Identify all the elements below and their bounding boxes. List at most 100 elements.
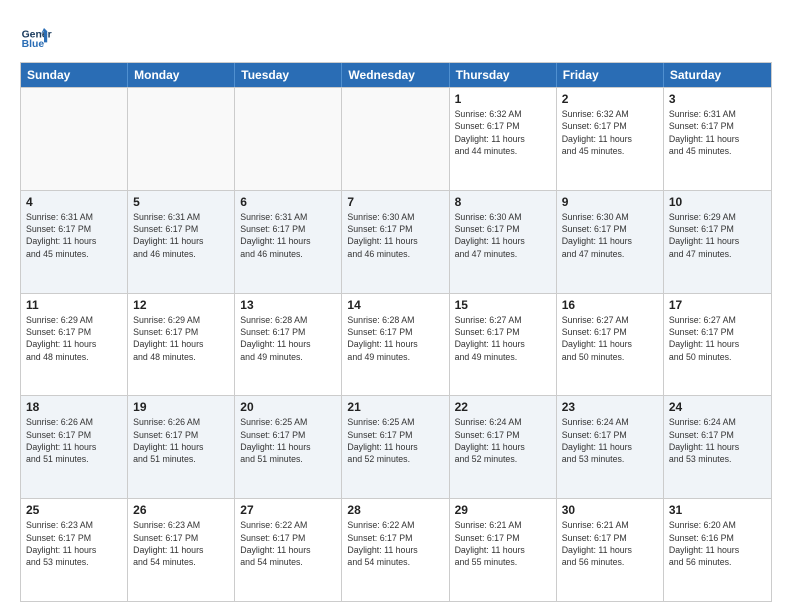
calendar-day-cell: 25 Sunrise: 6:23 AM Sunset: 6:17 PM Dayli…	[21, 499, 128, 601]
calendar-header-row: SundayMondayTuesdayWednesdayThursdayFrid…	[21, 63, 771, 87]
day-info: Sunrise: 6:28 AM Sunset: 6:17 PM Dayligh…	[347, 314, 443, 363]
day-info: Sunrise: 6:25 AM Sunset: 6:17 PM Dayligh…	[240, 416, 336, 465]
day-info: Sunrise: 6:22 AM Sunset: 6:17 PM Dayligh…	[347, 519, 443, 568]
calendar-week-row: 1 Sunrise: 6:32 AM Sunset: 6:17 PM Daylig…	[21, 87, 771, 190]
calendar-day-cell: 30 Sunrise: 6:21 AM Sunset: 6:17 PM Dayli…	[557, 499, 664, 601]
day-info: Sunrise: 6:31 AM Sunset: 6:17 PM Dayligh…	[26, 211, 122, 260]
svg-text:Blue: Blue	[22, 39, 45, 50]
day-number: 10	[669, 195, 766, 209]
day-info: Sunrise: 6:32 AM Sunset: 6:17 PM Dayligh…	[562, 108, 658, 157]
day-info: Sunrise: 6:21 AM Sunset: 6:17 PM Dayligh…	[562, 519, 658, 568]
calendar-day-header: Friday	[557, 63, 664, 87]
calendar-day-cell: 31Sunrise: 6:20 AM Sunset: 6:16 PM Dayli…	[664, 499, 771, 601]
calendar-day-cell: 15 Sunrise: 6:27 AM Sunset: 6:17 PM Dayli…	[450, 294, 557, 396]
day-info: Sunrise: 6:27 AM Sunset: 6:17 PM Dayligh…	[562, 314, 658, 363]
day-number: 20	[240, 400, 336, 414]
calendar-day-cell: 19 Sunrise: 6:26 AM Sunset: 6:17 PM Dayli…	[128, 396, 235, 498]
calendar-day-header: Saturday	[664, 63, 771, 87]
calendar-day-cell: 2 Sunrise: 6:32 AM Sunset: 6:17 PM Daylig…	[557, 88, 664, 190]
day-number: 28	[347, 503, 443, 517]
calendar-day-cell: 6 Sunrise: 6:31 AM Sunset: 6:17 PM Daylig…	[235, 191, 342, 293]
calendar-day-cell: 8 Sunrise: 6:30 AM Sunset: 6:17 PM Daylig…	[450, 191, 557, 293]
day-number: 17	[669, 298, 766, 312]
calendar-day-header: Monday	[128, 63, 235, 87]
calendar-day-cell: 23Sunrise: 6:24 AM Sunset: 6:17 PM Dayli…	[557, 396, 664, 498]
day-number: 15	[455, 298, 551, 312]
day-info: Sunrise: 6:30 AM Sunset: 6:17 PM Dayligh…	[347, 211, 443, 260]
day-info: Sunrise: 6:31 AM Sunset: 6:17 PM Dayligh…	[240, 211, 336, 260]
calendar-day-cell: 18 Sunrise: 6:26 AM Sunset: 6:17 PM Dayli…	[21, 396, 128, 498]
calendar-day-cell: 5Sunrise: 6:31 AM Sunset: 6:17 PM Daylig…	[128, 191, 235, 293]
day-number: 9	[562, 195, 658, 209]
calendar-day-cell: 12 Sunrise: 6:29 AM Sunset: 6:17 PM Dayli…	[128, 294, 235, 396]
day-number: 2	[562, 92, 658, 106]
day-number: 4	[26, 195, 122, 209]
day-info: Sunrise: 6:26 AM Sunset: 6:17 PM Dayligh…	[26, 416, 122, 465]
calendar: SundayMondayTuesdayWednesdayThursdayFrid…	[20, 62, 772, 602]
day-info: Sunrise: 6:30 AM Sunset: 6:17 PM Dayligh…	[562, 211, 658, 260]
day-info: Sunrise: 6:24 AM Sunset: 6:17 PM Dayligh…	[669, 416, 766, 465]
day-number: 5	[133, 195, 229, 209]
calendar-day-cell: 26 Sunrise: 6:23 AM Sunset: 6:17 PM Dayli…	[128, 499, 235, 601]
day-number: 1	[455, 92, 551, 106]
calendar-day-cell: 13Sunrise: 6:28 AM Sunset: 6:17 PM Dayli…	[235, 294, 342, 396]
calendar-day-cell: 1 Sunrise: 6:32 AM Sunset: 6:17 PM Daylig…	[450, 88, 557, 190]
calendar-day-cell: 22 Sunrise: 6:24 AM Sunset: 6:17 PM Dayli…	[450, 396, 557, 498]
calendar-day-cell: 20 Sunrise: 6:25 AM Sunset: 6:17 PM Dayli…	[235, 396, 342, 498]
day-number: 8	[455, 195, 551, 209]
day-number: 26	[133, 503, 229, 517]
day-info: Sunrise: 6:32 AM Sunset: 6:17 PM Dayligh…	[455, 108, 551, 157]
calendar-day-cell: 21 Sunrise: 6:25 AM Sunset: 6:17 PM Dayli…	[342, 396, 449, 498]
day-info: Sunrise: 6:30 AM Sunset: 6:17 PM Dayligh…	[455, 211, 551, 260]
calendar-day-cell: 29Sunrise: 6:21 AM Sunset: 6:17 PM Dayli…	[450, 499, 557, 601]
day-number: 6	[240, 195, 336, 209]
day-number: 25	[26, 503, 122, 517]
calendar-body: 1 Sunrise: 6:32 AM Sunset: 6:17 PM Daylig…	[21, 87, 771, 601]
calendar-day-header: Sunday	[21, 63, 128, 87]
calendar-day-cell	[342, 88, 449, 190]
calendar-day-cell: 17 Sunrise: 6:27 AM Sunset: 6:17 PM Dayli…	[664, 294, 771, 396]
calendar-day-cell: 14 Sunrise: 6:28 AM Sunset: 6:17 PM Dayli…	[342, 294, 449, 396]
day-info: Sunrise: 6:22 AM Sunset: 6:17 PM Dayligh…	[240, 519, 336, 568]
page-header: General Blue	[20, 16, 772, 52]
day-number: 16	[562, 298, 658, 312]
calendar-week-row: 11 Sunrise: 6:29 AM Sunset: 6:17 PM Dayli…	[21, 293, 771, 396]
calendar-day-cell: 16 Sunrise: 6:27 AM Sunset: 6:17 PM Dayli…	[557, 294, 664, 396]
calendar-week-row: 4 Sunrise: 6:31 AM Sunset: 6:17 PM Daylig…	[21, 190, 771, 293]
calendar-day-cell: 9 Sunrise: 6:30 AM Sunset: 6:17 PM Daylig…	[557, 191, 664, 293]
day-number: 18	[26, 400, 122, 414]
day-info: Sunrise: 6:23 AM Sunset: 6:17 PM Dayligh…	[133, 519, 229, 568]
day-info: Sunrise: 6:24 AM Sunset: 6:17 PM Dayligh…	[455, 416, 551, 465]
day-number: 14	[347, 298, 443, 312]
calendar-week-row: 18 Sunrise: 6:26 AM Sunset: 6:17 PM Dayli…	[21, 395, 771, 498]
day-number: 19	[133, 400, 229, 414]
calendar-day-cell: 4 Sunrise: 6:31 AM Sunset: 6:17 PM Daylig…	[21, 191, 128, 293]
calendar-day-cell: 3 Sunrise: 6:31 AM Sunset: 6:17 PM Daylig…	[664, 88, 771, 190]
day-info: Sunrise: 6:27 AM Sunset: 6:17 PM Dayligh…	[669, 314, 766, 363]
day-info: Sunrise: 6:29 AM Sunset: 6:17 PM Dayligh…	[133, 314, 229, 363]
day-number: 3	[669, 92, 766, 106]
calendar-day-cell: 27 Sunrise: 6:22 AM Sunset: 6:17 PM Dayli…	[235, 499, 342, 601]
day-info: Sunrise: 6:26 AM Sunset: 6:17 PM Dayligh…	[133, 416, 229, 465]
day-number: 27	[240, 503, 336, 517]
day-number: 12	[133, 298, 229, 312]
calendar-day-header: Thursday	[450, 63, 557, 87]
logo: General Blue	[20, 20, 52, 52]
day-info: Sunrise: 6:25 AM Sunset: 6:17 PM Dayligh…	[347, 416, 443, 465]
day-number: 30	[562, 503, 658, 517]
day-info: Sunrise: 6:28 AM Sunset: 6:17 PM Dayligh…	[240, 314, 336, 363]
calendar-day-cell	[128, 88, 235, 190]
day-info: Sunrise: 6:24 AM Sunset: 6:17 PM Dayligh…	[562, 416, 658, 465]
day-info: Sunrise: 6:23 AM Sunset: 6:17 PM Dayligh…	[26, 519, 122, 568]
day-info: Sunrise: 6:20 AM Sunset: 6:16 PM Dayligh…	[669, 519, 766, 568]
calendar-day-header: Tuesday	[235, 63, 342, 87]
day-info: Sunrise: 6:31 AM Sunset: 6:17 PM Dayligh…	[669, 108, 766, 157]
day-info: Sunrise: 6:27 AM Sunset: 6:17 PM Dayligh…	[455, 314, 551, 363]
day-number: 7	[347, 195, 443, 209]
calendar-day-cell: 24Sunrise: 6:24 AM Sunset: 6:17 PM Dayli…	[664, 396, 771, 498]
calendar-day-cell	[235, 88, 342, 190]
day-number: 11	[26, 298, 122, 312]
day-number: 29	[455, 503, 551, 517]
day-number: 22	[455, 400, 551, 414]
day-number: 21	[347, 400, 443, 414]
